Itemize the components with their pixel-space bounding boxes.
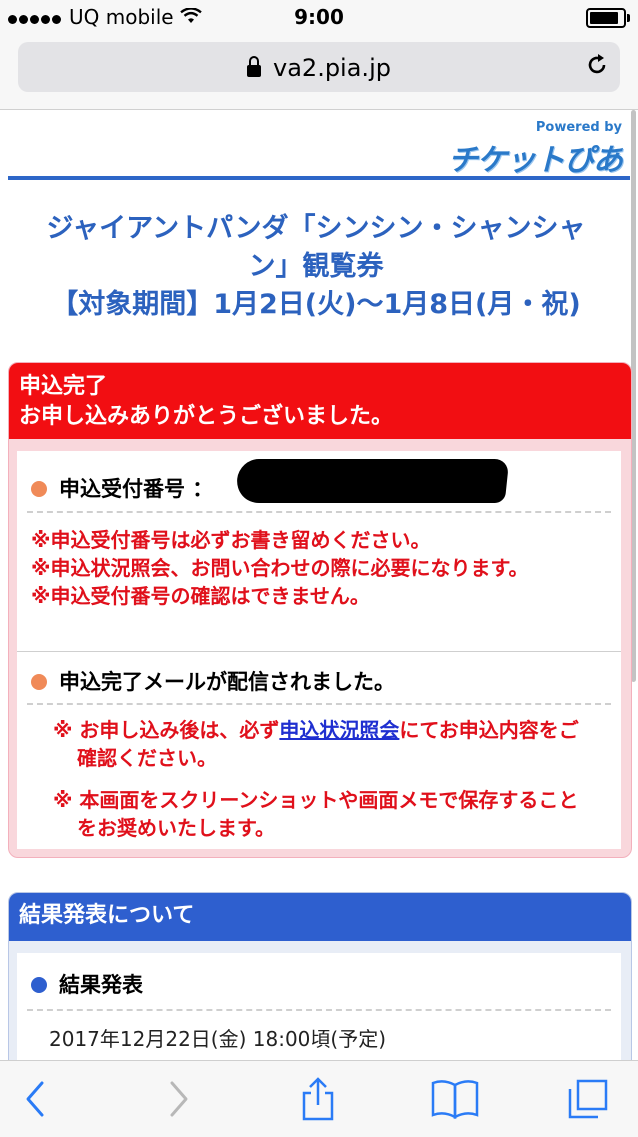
note-item: ※ お申し込み後は、必ず申込状況照会にてお申込内容をご確認ください。 — [53, 718, 579, 770]
note-item: ※申込受付番号の確認はできません。 — [31, 584, 370, 608]
browser-toolbar — [0, 1060, 638, 1137]
complete-details: 申込受付番号 ： ※申込受付番号は必ずお書き留めください。 ※申込状況照会、お問… — [17, 451, 621, 849]
result-label: 結果発表 — [59, 973, 143, 997]
section-divider — [17, 651, 621, 652]
share-icon[interactable] — [296, 1077, 340, 1121]
note-item: ※ 本画面をスクリーンショットや画面メモで保存することをお奨めいたします。 — [53, 788, 579, 840]
result-announcement-panel: 結果発表について 結果発表 2017年12月22日(金) 18:00頃(予定) — [8, 892, 632, 1060]
lock-icon — [247, 56, 262, 77]
mail-sent-row: 申込完了メールが配信されました。 — [31, 666, 395, 696]
result-details: 結果発表 2017年12月22日(金) 18:00頃(予定) — [17, 953, 621, 1060]
mail-notes: ※ お申し込み後は、必ず申込状況照会にてお申込内容をご確認ください。 ※ 本画面… — [53, 716, 593, 842]
redacted-receipt-number — [234, 459, 510, 503]
result-heading: 結果発表について — [9, 893, 631, 941]
web-page: Powered by チケットぴあ ジャイアントパンダ「シンシン・シャンシャ ン… — [0, 110, 638, 1060]
brand-logo-text: チケットぴあ — [448, 143, 623, 178]
result-row: 結果発表 — [31, 969, 143, 999]
divider — [27, 1009, 611, 1011]
bullet-icon — [31, 977, 47, 993]
browser-address-bar-area: va2.pia.jp — [0, 34, 638, 110]
reload-icon[interactable] — [584, 52, 610, 78]
bookmarks-icon[interactable] — [430, 1077, 479, 1121]
divider — [27, 511, 611, 513]
back-icon[interactable] — [16, 1077, 60, 1121]
status-bar: UQ mobile 9:00 — [0, 0, 638, 34]
receipt-number-row: 申込受付番号 ： — [31, 473, 213, 503]
application-complete-panel: 申込完了 お申し込みありがとうございました。 申込受付番号 ： ※申込受付番号は… — [8, 362, 632, 858]
tabs-icon[interactable] — [566, 1077, 610, 1121]
ticket-pia-logo[interactable]: Powered by チケットぴあ — [448, 120, 623, 179]
status-inquiry-link[interactable]: 申込状況照会 — [279, 718, 399, 742]
clock: 9:00 — [294, 5, 344, 29]
event-period: 【対象期間】1月2日(火)〜1月8日(月・祝) — [51, 289, 581, 320]
complete-heading: 申込完了 お申し込みありがとうございました。 — [9, 363, 631, 439]
powered-by-text: Powered by — [535, 120, 622, 135]
receipt-notes: ※申込受付番号は必ずお書き留めください。 ※申込状況照会、お問い合わせの際に必要… — [31, 526, 615, 610]
receipt-number-label: 申込受付番号 ： — [59, 477, 214, 501]
forward-icon[interactable] — [154, 1077, 198, 1121]
note-item: ※申込受付番号は必ずお書き留めください。 — [31, 528, 431, 552]
event-title: ジャイアントパンダ「シンシン・シャンシャ ン」観覧券 【対象期間】1月2日(火)… — [12, 210, 620, 324]
url-text: va2.pia.jp — [273, 54, 391, 82]
mail-sent-label: 申込完了メールが配信されました。 — [59, 670, 395, 694]
bullet-icon — [31, 481, 47, 497]
battery-icon — [586, 8, 630, 28]
address-bar[interactable]: va2.pia.jp — [18, 42, 620, 92]
bullet-icon — [31, 674, 47, 690]
result-date: 2017年12月22日(金) 18:00頃(予定) — [49, 1027, 387, 1051]
note-item: ※申込状況照会、お問い合わせの際に必要になります。 — [31, 556, 529, 580]
header-divider — [8, 176, 630, 180]
divider — [27, 703, 611, 705]
